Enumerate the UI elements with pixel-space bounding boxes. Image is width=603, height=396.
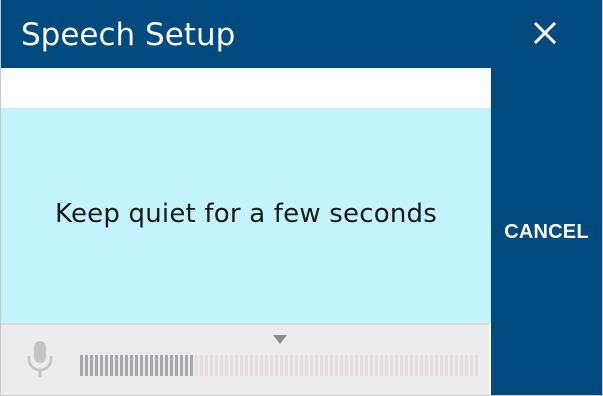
level-bar-inactive	[300, 355, 303, 376]
close-button[interactable]	[529, 17, 561, 49]
message-panel: Keep quiet for a few seconds	[1, 108, 491, 323]
level-bar-active	[165, 355, 168, 376]
level-bar-inactive	[215, 355, 218, 376]
level-bar-active	[185, 355, 188, 376]
microphone-icon	[27, 341, 53, 377]
level-bar-active	[140, 355, 143, 376]
level-bar-inactive	[345, 355, 348, 376]
level-bar-inactive	[280, 355, 283, 376]
level-bar-inactive	[420, 355, 423, 376]
threshold-marker-icon	[273, 335, 287, 344]
speech-setup-dialog: Speech Setup Keep quiet for a few second…	[0, 0, 603, 396]
level-bar-inactive	[195, 355, 198, 376]
level-bar-active	[125, 355, 128, 376]
level-bar-inactive	[205, 355, 208, 376]
level-bar-active	[155, 355, 158, 376]
level-bar-inactive	[330, 355, 333, 376]
title-bar: Speech Setup	[1, 0, 602, 68]
level-bar-inactive	[310, 355, 313, 376]
level-bar-inactive	[225, 355, 228, 376]
level-bar-inactive	[320, 355, 323, 376]
level-bar-inactive	[260, 355, 263, 376]
level-bar-inactive	[365, 355, 368, 376]
level-bar-inactive	[440, 355, 443, 376]
level-bar-inactive	[425, 355, 428, 376]
level-bar-active	[95, 355, 98, 376]
level-bar-active	[120, 355, 123, 376]
level-bar-active	[105, 355, 108, 376]
level-bar-inactive	[240, 355, 243, 376]
level-bar-active	[135, 355, 138, 376]
level-bar-inactive	[325, 355, 328, 376]
level-bar-inactive	[415, 355, 418, 376]
level-bar-inactive	[335, 355, 338, 376]
level-bar-inactive	[390, 355, 393, 376]
level-bar-inactive	[270, 355, 273, 376]
level-bar-inactive	[265, 355, 268, 376]
level-bar-active	[145, 355, 148, 376]
level-bar-active	[110, 355, 113, 376]
cancel-button[interactable]: CANCEL	[491, 68, 602, 395]
level-bar-inactive	[400, 355, 403, 376]
level-bar-inactive	[385, 355, 388, 376]
level-bar-active	[170, 355, 173, 376]
level-bars	[80, 355, 478, 376]
level-bar-inactive	[445, 355, 448, 376]
instruction-message: Keep quiet for a few seconds	[55, 198, 437, 229]
level-bar-inactive	[370, 355, 373, 376]
level-bar-inactive	[355, 355, 358, 376]
level-bar-active	[175, 355, 178, 376]
content-area: Keep quiet for a few seconds	[1, 68, 491, 395]
level-bar-inactive	[465, 355, 468, 376]
level-bar-inactive	[410, 355, 413, 376]
level-bar-inactive	[245, 355, 248, 376]
level-bar-inactive	[395, 355, 398, 376]
level-bar-inactive	[450, 355, 453, 376]
level-bar-active	[115, 355, 118, 376]
audio-level-meter	[80, 355, 480, 376]
level-bar-inactive	[235, 355, 238, 376]
content-spacer	[1, 68, 491, 108]
level-bar-active	[130, 355, 133, 376]
level-bar-inactive	[405, 355, 408, 376]
level-bar-inactive	[200, 355, 203, 376]
level-bar-inactive	[255, 355, 258, 376]
close-icon	[533, 21, 557, 45]
level-bar-inactive	[380, 355, 383, 376]
action-panel: CANCEL	[491, 68, 602, 395]
level-bar-inactive	[455, 355, 458, 376]
level-bar-inactive	[350, 355, 353, 376]
level-bar-inactive	[435, 355, 438, 376]
level-bar-inactive	[430, 355, 433, 376]
level-bar-active	[80, 355, 83, 376]
level-bar-inactive	[210, 355, 213, 376]
level-bar-inactive	[340, 355, 343, 376]
level-bar-inactive	[295, 355, 298, 376]
level-bar-inactive	[470, 355, 473, 376]
level-bar-active	[150, 355, 153, 376]
level-bar-inactive	[275, 355, 278, 376]
level-bar-inactive	[305, 355, 308, 376]
level-bar-active	[100, 355, 103, 376]
level-bar-inactive	[375, 355, 378, 376]
level-bar-inactive	[250, 355, 253, 376]
dialog-title: Speech Setup	[21, 17, 236, 53]
level-bar-active	[85, 355, 88, 376]
level-bar-active	[90, 355, 93, 376]
audio-level-row	[1, 323, 489, 395]
level-bar-inactive	[360, 355, 363, 376]
level-bar-active	[190, 355, 193, 376]
level-bar-inactive	[475, 355, 478, 376]
level-bar-active	[180, 355, 183, 376]
level-bar-inactive	[315, 355, 318, 376]
level-bar-inactive	[220, 355, 223, 376]
level-bar-active	[160, 355, 163, 376]
level-bar-inactive	[460, 355, 463, 376]
level-bar-inactive	[230, 355, 233, 376]
level-bar-inactive	[285, 355, 288, 376]
level-bar-inactive	[290, 355, 293, 376]
